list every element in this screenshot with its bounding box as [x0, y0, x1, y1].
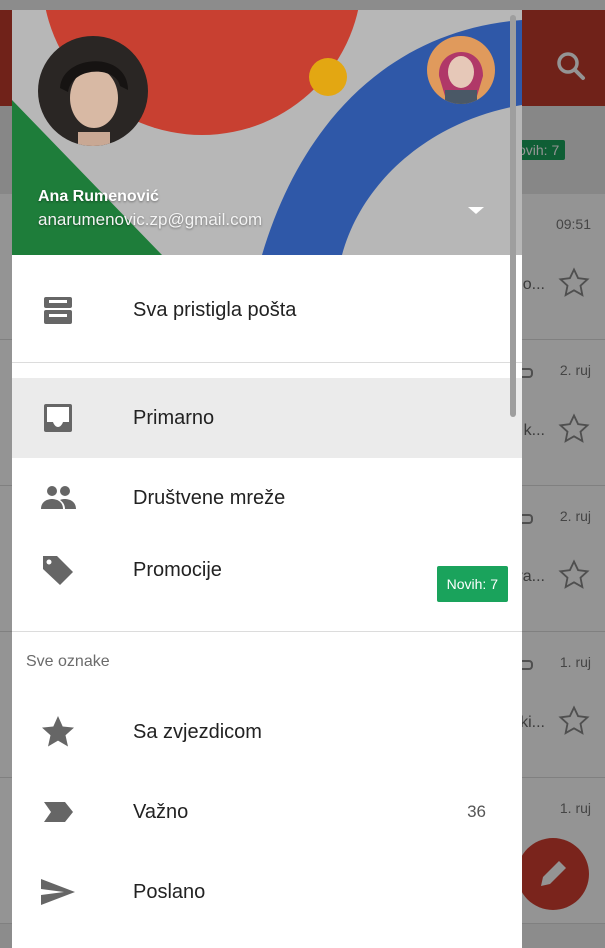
drawer-item-label: Važno [133, 801, 189, 823]
send-icon [41, 879, 75, 905]
drawer-item-all-inboxes[interactable]: Sva pristigla pošta [12, 270, 522, 350]
drawer-item-label: Sa zvjezdicom [133, 721, 262, 743]
new-count-badge: Novih: 7 [436, 566, 508, 602]
account-avatar[interactable] [38, 36, 148, 146]
all-inboxes-icon [44, 297, 72, 324]
drawer-item-sent[interactable]: Poslano [12, 852, 522, 932]
divider [12, 631, 522, 632]
drawer-item-label: Društvene mreže [133, 487, 286, 509]
scrollbar[interactable] [510, 15, 516, 417]
unread-count: 36 [467, 802, 486, 821]
dropdown-arrow-icon[interactable] [464, 198, 488, 222]
section-label-all-labels: Sve oznake [26, 653, 110, 670]
drawer-item-label: Sva pristigla pošta [133, 299, 297, 321]
important-icon [44, 802, 73, 822]
inbox-icon [44, 404, 72, 432]
account-header[interactable]: Ana Rumenović anarumenovic.zp@gmail.com [12, 10, 522, 255]
divider [12, 362, 522, 363]
people-icon [41, 486, 76, 509]
account-name: Ana Rumenović [38, 188, 159, 205]
drawer-item-label: Promocije [133, 559, 222, 581]
profile-photo [427, 36, 495, 104]
account-email: anarumenovic.zp@gmail.com [38, 210, 263, 229]
drawer-item-label: Primarno [133, 407, 215, 429]
navigation-drawer: Ana Rumenović anarumenovic.zp@gmail.com … [12, 10, 522, 948]
drawer-item-starred[interactable]: Sa zvjezdicom [12, 692, 522, 772]
drawer-item-label: Poslano [133, 881, 206, 903]
tag-icon [43, 556, 73, 585]
drawer-item-important[interactable]: Važno 36 [12, 772, 522, 852]
star-icon [42, 716, 74, 747]
drawer-item-social[interactable]: Društvene mreže [12, 458, 522, 538]
drawer-item-primary[interactable]: Primarno [12, 378, 522, 458]
profile-photo [38, 36, 148, 146]
secondary-account-avatar[interactable] [427, 36, 495, 104]
drawer-item-promotions[interactable]: Promocije Novih: 7 [12, 530, 522, 610]
